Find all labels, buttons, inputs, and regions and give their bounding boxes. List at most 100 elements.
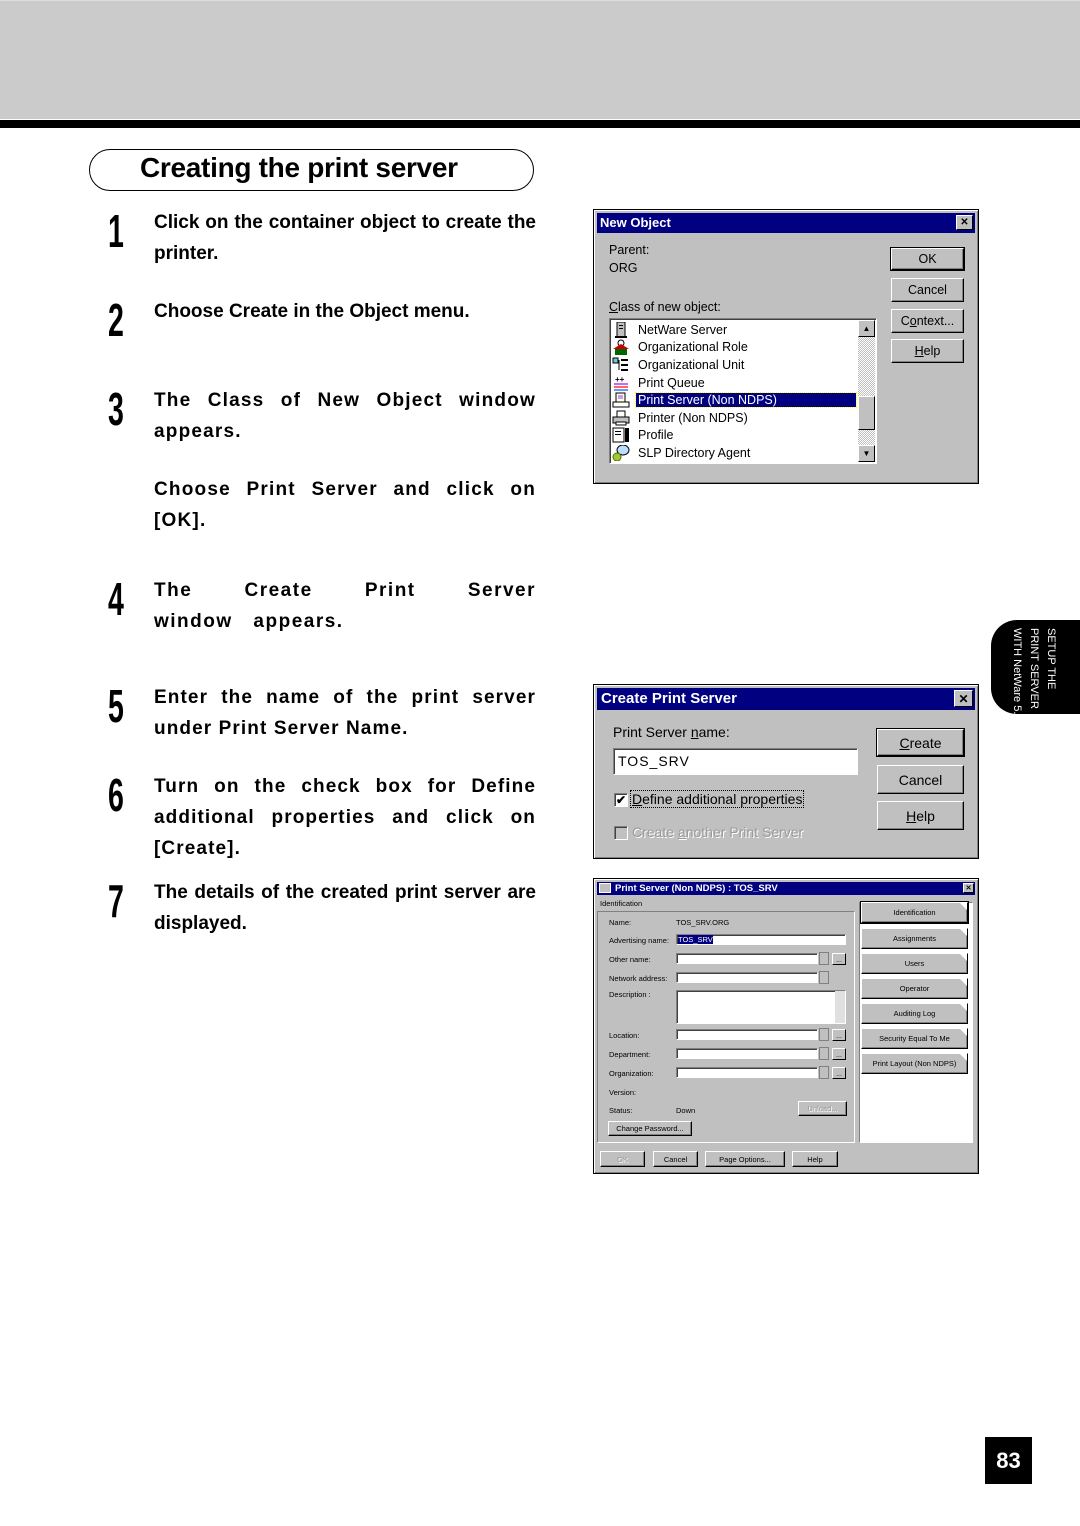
browse-button[interactable]: ... [832,1067,846,1079]
print-server-icon [612,392,630,408]
ok-button[interactable]: OK [600,1151,645,1167]
list-item-profile[interactable]: Profile [612,427,858,445]
print-queue-icon: ++ [612,375,630,391]
name-label: Print Server name: [613,724,730,740]
status-value: Down [676,1106,696,1115]
page-options-button[interactable]: Page Options... [705,1151,785,1167]
step-number: 1 [108,205,124,257]
list-item-print-queue[interactable]: ++ Print Queue [612,374,858,392]
help-button[interactable]: Help [792,1151,838,1167]
step-text: Click on the container object to create … [154,212,536,264]
close-icon[interactable]: ✕ [954,690,973,707]
list-item-organizational-role[interactable]: Organizational Role [612,339,858,357]
ok-button[interactable]: OK [890,247,965,271]
define-properties-label[interactable]: Define additional properties [629,790,805,808]
spin-icon[interactable] [819,1066,829,1079]
step-number: 6 [108,769,124,821]
department-input[interactable] [676,1048,818,1059]
step-1: 1 Click on the container object to creat… [108,207,538,271]
item-label: Organizational Role [638,340,748,355]
spin-icon[interactable] [819,1047,829,1060]
step-text: The details of the created print server … [154,882,536,934]
list-item-print-server[interactable]: Print Server (Non NDPS) [612,391,858,409]
step-number: 5 [108,680,124,732]
page-number: 83 [985,1437,1032,1484]
item-label: Print Server (Non NDPS) [635,392,857,409]
list-scrollbar[interactable]: ▲ ▼ [858,320,875,462]
dialog-titlebar: New Object ✕ [597,213,975,233]
list-item-slp-directory-agent[interactable]: SLP Directory Agent [612,444,858,462]
page-button-auditing-log[interactable]: Auditing Log [861,1003,968,1024]
location-input[interactable] [676,1029,818,1040]
cancel-button[interactable]: Cancel [891,278,964,302]
svg-text:++: ++ [615,375,625,384]
organization-label: Organization: [609,1069,654,1078]
create-button[interactable]: Create [876,728,965,757]
description-scrollbar[interactable] [835,991,845,1023]
chapter-tab: SETUP THE PRINT SERVER WITH NetWare 5.x [991,620,1080,720]
help-button[interactable]: Help [877,801,964,830]
list-item-netware-server[interactable]: NetWare Server [612,321,858,339]
label-part: Print Server [613,724,691,740]
class-listbox[interactable]: NetWare Server Organizational Role Organ… [609,318,877,464]
spin-icon[interactable] [819,1028,829,1041]
close-icon[interactable]: ✕ [963,883,974,893]
item-label: Organizational Unit [638,357,745,372]
spin-icon[interactable] [819,952,829,965]
page-button-security-equal[interactable]: Security Equal To Me [861,1028,968,1049]
page-button-identification[interactable]: Identification [860,901,969,924]
name-value: TOS_SRV.ORG [676,918,730,927]
department-label: Department: [609,1050,651,1059]
chapter-tab-line: WITH NetWare 5.x [1011,628,1023,720]
printer-icon [612,410,630,426]
scroll-down-icon[interactable]: ▼ [858,445,875,462]
browse-button[interactable]: ... [832,953,846,965]
print-server-name-input[interactable]: TOS_SRV [613,748,858,775]
header-rule [0,120,1080,128]
accel-key: C [899,734,910,751]
page-button-assignments[interactable]: Assignments [861,928,968,949]
label-part: elp [916,807,935,824]
cancel-button[interactable]: Cancel [653,1151,698,1167]
org-unit-icon [612,357,630,373]
scroll-thumb[interactable] [858,396,875,430]
organization-input[interactable] [676,1067,818,1078]
advertising-name-input[interactable]: TOS_SRV [676,934,846,945]
label-text: lass of new object: [618,300,721,314]
help-button[interactable]: Help [891,339,964,363]
label-part: C [900,314,910,328]
parent-label: Parent: [609,243,650,257]
description-label: Description : [609,990,651,999]
step-5: 5 Enter the name of the print server und… [108,682,538,746]
list-item-organizational-unit[interactable]: Organizational Unit [612,356,858,374]
define-properties-checkbox[interactable]: ✔ [614,793,628,807]
description-textarea[interactable] [676,990,846,1024]
dialog-title: New Object [600,215,671,230]
list-item-printer[interactable]: Printer (Non NDPS) [612,409,858,427]
slp-agent-icon [612,444,630,462]
scroll-up-icon[interactable]: ▲ [858,320,875,337]
label-part: ame: [698,724,730,740]
dialog-title: Create Print Server [601,690,737,707]
network-address-input[interactable] [676,972,818,983]
context-button[interactable]: Co ntext... [891,309,964,333]
browse-button[interactable]: ... [832,1048,846,1060]
step-3: 3 The Class of New Object window appears… [108,385,538,535]
browse-button[interactable]: ... [832,1029,846,1041]
name-label: Name: [609,918,632,927]
item-label: Print Queue [638,375,705,390]
cancel-button[interactable]: Cancel [877,765,964,794]
close-icon[interactable]: ✕ [956,215,973,230]
other-name-input[interactable] [676,953,818,964]
change-password-button[interactable]: Change Password... [608,1121,692,1136]
item-label: Profile [638,428,674,443]
page-button-operator[interactable]: Operator [861,978,968,999]
label-part: efine additional properties [642,791,803,807]
page-button-users[interactable]: Users [861,953,968,974]
dialog-titlebar: Create Print Server ✕ [597,688,975,710]
unload-button[interactable]: Unload... [798,1101,847,1116]
page-heading: Identification [600,899,643,908]
spin-icon[interactable] [819,971,829,984]
create-another-checkbox[interactable] [614,826,628,840]
page-button-print-layout[interactable]: Print Layout (Non NDPS) [861,1053,968,1074]
